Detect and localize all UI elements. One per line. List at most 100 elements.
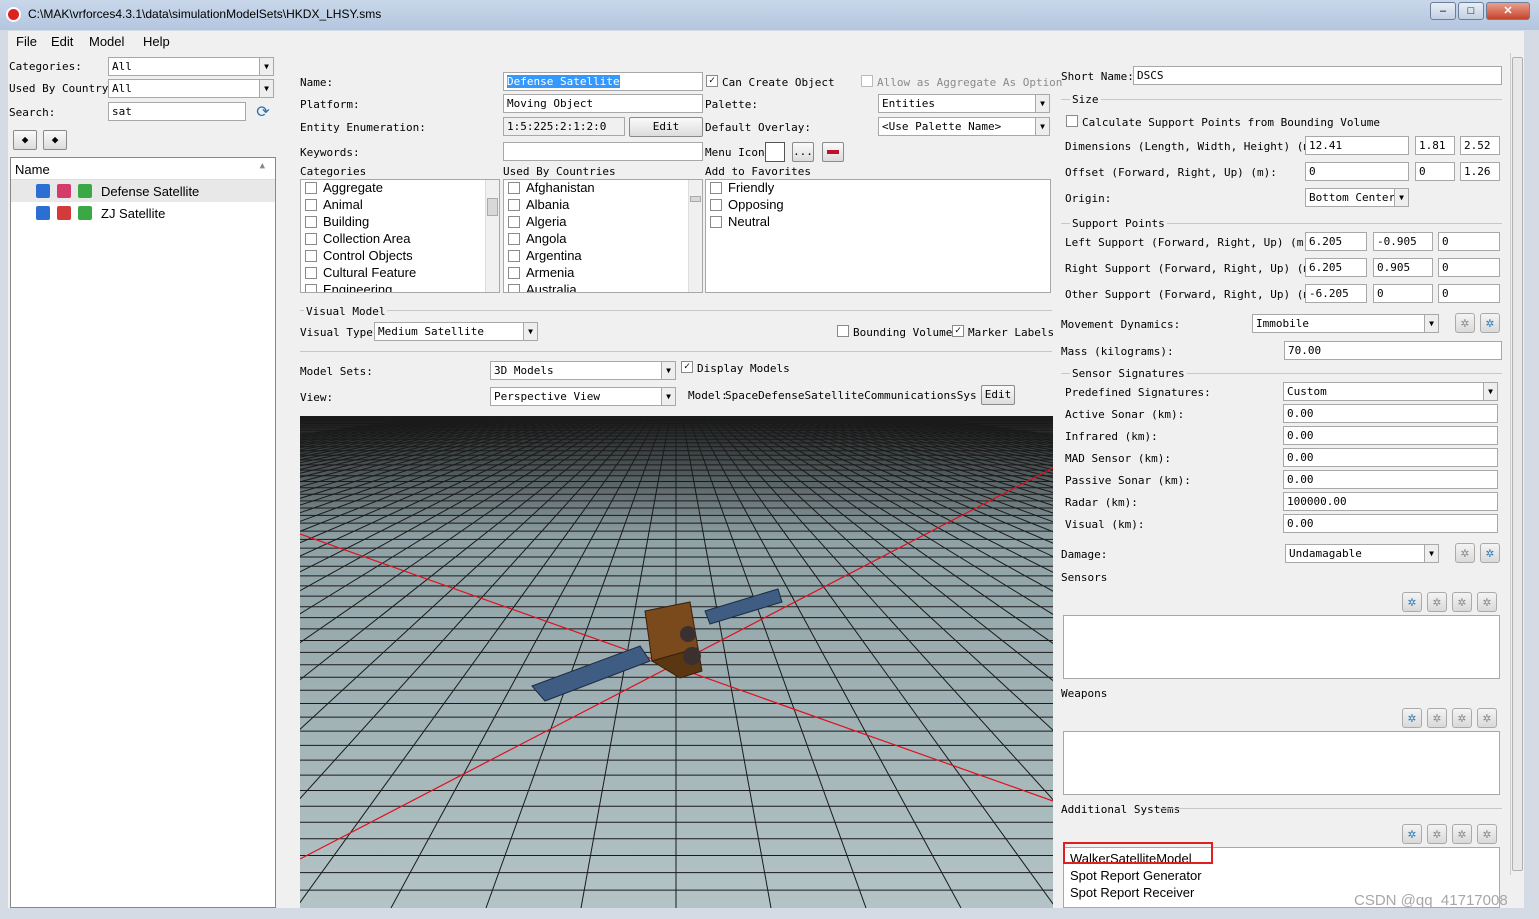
marker-labels-checkbox[interactable]: ✓	[952, 325, 964, 337]
menu-icon-browse-button[interactable]: ...	[792, 142, 814, 162]
enum-edit-button[interactable]: Edit	[629, 117, 703, 137]
sig-field[interactable]: 0.00	[1283, 514, 1498, 533]
predefined-select[interactable]: Custom ▼	[1283, 382, 1498, 401]
keywords-field[interactable]	[503, 142, 703, 161]
bounding-volume-checkbox[interactable]	[837, 325, 849, 337]
sig-field[interactable]: 0.00	[1283, 448, 1498, 467]
maximize-button[interactable]: □	[1458, 2, 1484, 20]
checkbox[interactable]	[508, 199, 520, 211]
tree-item[interactable]: ZJ Satellite	[11, 202, 275, 224]
list-item[interactable]: Aggregate	[301, 180, 499, 197]
palette-select[interactable]: Entities ▼	[878, 94, 1050, 113]
menu-help[interactable]: Help	[143, 34, 170, 49]
scrollbar[interactable]	[485, 180, 499, 292]
sig-field[interactable]: 100000.00	[1283, 492, 1498, 511]
checkbox[interactable]	[305, 250, 317, 262]
list-item[interactable]: Albania	[504, 197, 702, 214]
name-field[interactable]: Defense Satellite	[503, 72, 703, 91]
list-item[interactable]: Animal	[301, 197, 499, 214]
list-item[interactable]: Building	[301, 214, 499, 231]
weapons-list[interactable]	[1063, 731, 1500, 795]
calc-support-checkbox[interactable]	[1066, 115, 1078, 127]
categories-list[interactable]: Aggregate Animal Building Collection Are…	[300, 179, 500, 293]
model-sets-select[interactable]: 3D Models ▼	[490, 361, 676, 380]
platform-field[interactable]: Moving Object	[503, 94, 703, 113]
checkbox[interactable]	[508, 182, 520, 194]
add-gear-icon[interactable]: ✲	[1402, 824, 1422, 844]
checkbox[interactable]	[305, 284, 317, 292]
remove-gear-icon[interactable]: ✲	[1477, 824, 1497, 844]
categories-select[interactable]: All ▼	[108, 57, 274, 76]
other-support-forward[interactable]: -6.205	[1305, 284, 1367, 303]
checkbox[interactable]	[508, 233, 520, 245]
favorites-list[interactable]: Friendly Opposing Neutral	[705, 179, 1051, 293]
list-item[interactable]: Control Objects	[301, 248, 499, 265]
right-support-forward[interactable]: 6.205	[1305, 258, 1367, 277]
allow-aggregate-checkbox[interactable]	[861, 75, 873, 87]
display-models-checkbox[interactable]: ✓	[681, 361, 693, 373]
menu-edit[interactable]: Edit	[51, 34, 73, 49]
settings-gear-icon[interactable]: ✲	[1455, 543, 1475, 563]
checkbox[interactable]	[508, 216, 520, 228]
list-item[interactable]: Armenia	[504, 265, 702, 282]
checkbox[interactable]	[710, 216, 722, 228]
list-item[interactable]: Angola	[504, 231, 702, 248]
edit-gear-icon[interactable]: ✲	[1427, 592, 1447, 612]
sig-field[interactable]: 0.00	[1283, 404, 1498, 423]
offset-forward-field[interactable]: 0	[1305, 162, 1409, 181]
countries-list[interactable]: Afghanistan Albania Algeria Angola Argen…	[503, 179, 703, 293]
menu-model[interactable]: Model	[89, 34, 124, 49]
checkbox[interactable]	[508, 267, 520, 279]
list-item[interactable]: Engineering	[301, 282, 499, 292]
remove-gear-icon[interactable]: ✲	[1477, 592, 1497, 612]
list-item[interactable]: Friendly	[706, 180, 1050, 197]
list-item[interactable]: Cultural Feature	[301, 265, 499, 282]
close-button[interactable]: ✕	[1486, 2, 1530, 20]
left-support-forward[interactable]: 6.205	[1305, 232, 1367, 251]
damage-select[interactable]: Undamagable ▼	[1285, 544, 1439, 563]
sig-field[interactable]: 0.00	[1283, 470, 1498, 489]
movement-select[interactable]: Immobile ▼	[1252, 314, 1439, 333]
list-item[interactable]: Algeria	[504, 214, 702, 231]
checkbox[interactable]	[305, 199, 317, 211]
sensors-list[interactable]	[1063, 615, 1500, 679]
checkbox[interactable]	[710, 182, 722, 194]
checkbox[interactable]	[305, 182, 317, 194]
back-button[interactable]: ◆	[13, 130, 37, 150]
list-item[interactable]: Collection Area	[301, 231, 499, 248]
checkbox[interactable]	[710, 199, 722, 211]
left-support-right[interactable]: -0.905	[1373, 232, 1433, 251]
mass-field[interactable]: 70.00	[1284, 341, 1502, 360]
copy-gear-icon[interactable]: ✲	[1452, 824, 1472, 844]
add-gear-icon[interactable]: ✲	[1402, 592, 1422, 612]
right-support-up[interactable]: 0	[1438, 258, 1500, 277]
copy-gear-icon[interactable]: ✲	[1452, 708, 1472, 728]
list-item[interactable]: Argentina	[504, 248, 702, 265]
tree-item[interactable]: Defense Satellite	[11, 180, 275, 202]
settings-gear-icon[interactable]: ✲	[1455, 313, 1475, 333]
model-edit-button[interactable]: Edit	[981, 385, 1015, 405]
copy-gear-icon[interactable]: ✲	[1452, 592, 1472, 612]
list-item[interactable]: Neutral	[706, 214, 1050, 231]
edit-gear-icon[interactable]: ✲	[1427, 708, 1447, 728]
right-scrollbar[interactable]	[1510, 53, 1524, 875]
edit-gear-icon[interactable]: ✲	[1427, 824, 1447, 844]
checkbox[interactable]	[508, 284, 520, 292]
add-gear-icon[interactable]: ✲	[1402, 708, 1422, 728]
refresh-icon[interactable]: ⟳	[254, 103, 272, 121]
dim-height-field[interactable]: 2.52	[1460, 136, 1500, 155]
other-support-up[interactable]: 0	[1438, 284, 1500, 303]
list-item[interactable]: Opposing	[706, 197, 1050, 214]
offset-up-field[interactable]: 1.26	[1460, 162, 1500, 181]
view-select[interactable]: Perspective View ▼	[490, 387, 676, 406]
search-input[interactable]: sat	[108, 102, 246, 121]
menu-file[interactable]: File	[16, 34, 37, 49]
other-support-right[interactable]: 0	[1373, 284, 1433, 303]
left-support-up[interactable]: 0	[1438, 232, 1500, 251]
minimize-button[interactable]: –	[1430, 2, 1456, 20]
right-support-right[interactable]: 0.905	[1373, 258, 1433, 277]
short-name-field[interactable]: DSCS	[1133, 66, 1502, 85]
settings-gear-icon[interactable]: ✲	[1480, 543, 1500, 563]
dim-width-field[interactable]: 1.81	[1415, 136, 1455, 155]
checkbox[interactable]	[305, 233, 317, 245]
